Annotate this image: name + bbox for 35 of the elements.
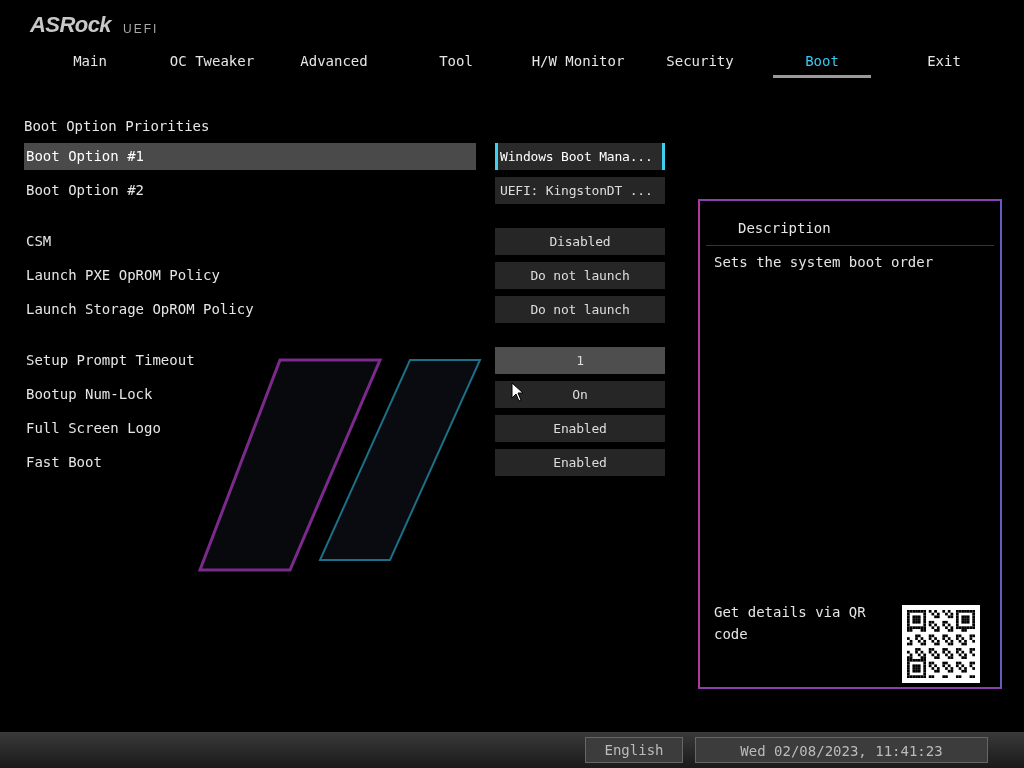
menu-tab[interactable]: Security [651,48,749,78]
menu-tab[interactable]: H/W Monitor [529,48,627,78]
language-button[interactable]: English [585,737,683,763]
date-time: Wed 02/08/2023, 11:41:23 [695,737,988,763]
option-label[interactable]: Launch PXE OpROM Policy [24,262,476,289]
menu-tab[interactable]: OC Tweaker [163,48,261,78]
menu-tab[interactable]: Exit [895,48,993,78]
option-value[interactable]: Do not launch [495,262,665,289]
option-value[interactable]: Enabled [495,415,665,442]
option-value[interactable]: UEFI: KingstonDT ... [495,177,665,204]
option-label[interactable]: Boot Option #1 [24,143,476,170]
menu-tab[interactable]: Advanced [285,48,383,78]
option-label[interactable]: Full Screen Logo [24,415,476,442]
option-value[interactable]: Windows Boot Mana... [495,143,665,170]
option-value[interactable]: On [495,381,665,408]
option-value[interactable]: Enabled [495,449,665,476]
brand-subtitle: UEFI [123,23,159,36]
option-value[interactable]: Disabled [495,228,665,255]
panel-title: Description [737,219,832,238]
option-label[interactable]: Fast Boot [24,449,476,476]
option-label[interactable]: Launch Storage OpROM Policy [24,296,476,323]
qr-caption: Get details via QR code [714,603,867,644]
option-value[interactable]: Do not launch [495,296,665,323]
description-text: Sets the system boot order [713,253,935,272]
option-value[interactable]: 1 [495,347,665,374]
option-label[interactable]: Setup Prompt Timeout [24,347,476,374]
option-label[interactable]: Boot Option #2 [24,177,476,204]
option-label[interactable]: Bootup Num-Lock [24,381,476,408]
brand-logo: ASRock [30,14,112,36]
menu-tab[interactable]: Boot [773,48,871,78]
option-label[interactable]: CSM [24,228,476,255]
cursor-icon [511,382,524,402]
menu-tab[interactable]: Main [41,48,139,78]
menu-tab[interactable]: Tool [407,48,505,78]
section-heading: Boot Option Priorities [24,117,211,136]
